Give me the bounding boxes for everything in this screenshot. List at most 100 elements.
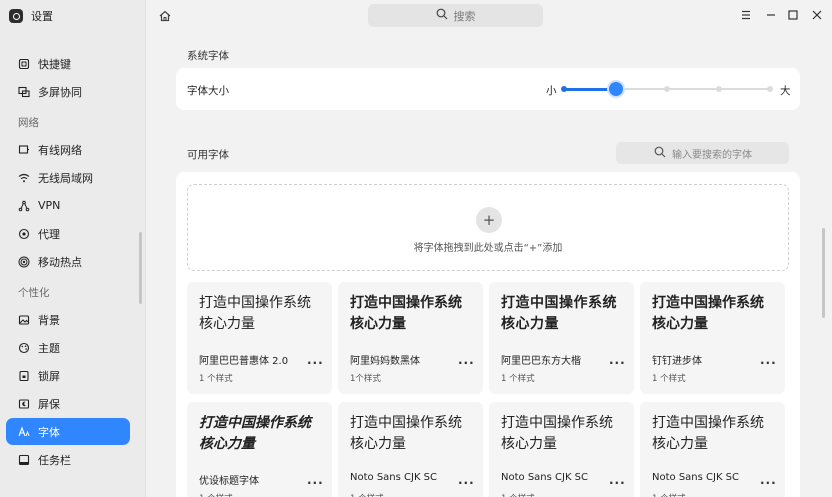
- main-content: 系统字体 字体大小 小 大 可用字体 输入要搜索的字体 + 将字体拖拽到此处或点…: [146, 32, 832, 497]
- menu-icon[interactable]: [739, 8, 753, 22]
- font-style-count: 1 个样式: [501, 374, 535, 384]
- keyboard-icon: [18, 58, 30, 70]
- title-bar: 搜索: [146, 0, 832, 32]
- font-drop-zone[interactable]: + 将字体拖拽到此处或点击“+”添加: [187, 184, 789, 271]
- available-fonts-section-label: 可用字体: [187, 149, 229, 161]
- home-icon[interactable]: [158, 9, 172, 23]
- settings-app-icon: [9, 9, 23, 23]
- sidebar-item-font[interactable]: 字体: [6, 418, 130, 445]
- slider-thumb[interactable]: [608, 82, 623, 96]
- more-options-icon[interactable]: ···: [760, 476, 777, 490]
- search-icon: [654, 146, 666, 161]
- sidebar-item-theme[interactable]: 主题: [6, 334, 130, 361]
- sidebar-item-wallpaper[interactable]: 背景: [6, 306, 130, 333]
- font-style-count: 1 个样式: [652, 374, 686, 384]
- minimize-icon[interactable]: [764, 8, 778, 22]
- sidebar-item-label: 无线局域网: [38, 171, 93, 185]
- sidebar-item-screensaver[interactable]: 屏保: [6, 390, 130, 417]
- sidebar-item-label: 有线网络: [38, 143, 82, 157]
- taskbar-icon: [18, 454, 30, 466]
- lockscreen-icon: [18, 370, 30, 382]
- wired-network-icon: [18, 144, 30, 156]
- sidebar-item-label: 背景: [38, 313, 60, 327]
- font-tile[interactable]: 打造中国操作系统核心力量阿里巴巴东方大楷 1 个样式 ···: [489, 282, 634, 394]
- slider-small-label: 小: [546, 85, 557, 97]
- more-options-icon[interactable]: ···: [609, 356, 626, 370]
- font-search-placeholder: 输入要搜索的字体: [672, 149, 752, 161]
- wifi-icon: [18, 172, 30, 184]
- sidebar-item-wifi[interactable]: 无线局域网: [6, 164, 130, 191]
- slider-tick[interactable]: [664, 86, 670, 92]
- maximize-icon[interactable]: [786, 8, 800, 22]
- font-name: Noto Sans CJK SC: [350, 472, 438, 483]
- font-preview: 打造中国操作系统核心力量: [199, 295, 311, 332]
- font-tile[interactable]: 打造中国操作系统核心力量钉钉进步体 1 个样式 ···: [640, 282, 785, 394]
- sidebar-scrollbar[interactable]: [139, 232, 142, 304]
- screensaver-icon: [18, 398, 30, 410]
- sidebar-item-label: VPN: [38, 199, 61, 212]
- sidebar-section-label: 网络: [18, 117, 39, 129]
- sidebar-item-keyboard[interactable]: 快捷键: [6, 50, 130, 77]
- slider-tick[interactable]: [767, 86, 773, 92]
- theme-icon: [18, 342, 30, 354]
- sidebar-item-proxy[interactable]: 代理: [6, 220, 130, 247]
- font-name: 阿里巴巴普惠体 2.0: [199, 356, 289, 367]
- sidebar-item-label: 屏保: [38, 397, 60, 411]
- font-tile[interactable]: 打造中国操作系统核心力量 阿里妈妈数黑体 1个样式 ···: [338, 282, 483, 394]
- sidebar-item-label: 快捷键: [38, 57, 71, 71]
- font-preview: 打造中国操作系统核心力量: [501, 295, 617, 332]
- more-options-icon[interactable]: ···: [458, 356, 475, 370]
- more-options-icon[interactable]: ···: [307, 476, 324, 490]
- more-options-icon[interactable]: ···: [458, 476, 475, 490]
- more-options-icon[interactable]: ···: [307, 356, 324, 370]
- sidebar-item-lockscreen[interactable]: 锁屏: [6, 362, 130, 389]
- sidebar-item-label: 锁屏: [38, 369, 60, 383]
- more-options-icon[interactable]: ···: [760, 356, 777, 370]
- sidebar-item-label: 主题: [38, 341, 60, 355]
- slider-large-label: 大: [780, 85, 791, 97]
- font-size-slider[interactable]: [561, 82, 773, 96]
- font-tile[interactable]: 打造中国操作系统核心力量 Noto Sans CJK SC 1 个样式 ···: [489, 402, 634, 497]
- fonts-card: + 将字体拖拽到此处或点击“+”添加 打造中国操作系统核心力量阿里巴巴普惠体 2…: [176, 172, 800, 497]
- slider-tick[interactable]: [715, 86, 722, 92]
- sidebar-item-label: 任务栏: [38, 453, 71, 467]
- font-name: Noto Sans CJK SC: [501, 472, 589, 483]
- sidebar-item-hotspot[interactable]: 移动热点: [6, 248, 130, 275]
- search-icon: [436, 8, 448, 23]
- sidebar-item-wired-network[interactable]: 有线网络: [6, 136, 130, 163]
- hotspot-icon: [18, 256, 30, 268]
- font-preview: 打造中国操作系统核心力量: [652, 295, 764, 332]
- sidebar-section-label: 个性化: [18, 287, 50, 299]
- font-style-count: 1个样式: [350, 374, 381, 384]
- font-preview: 打造中国操作系统核心力量: [350, 295, 462, 332]
- font-name: 钉钉进步体: [652, 356, 702, 367]
- font-name: 优设标题字体: [199, 476, 259, 487]
- search-box[interactable]: 搜索: [368, 4, 543, 27]
- add-font-button[interactable]: +: [476, 207, 502, 233]
- plus-icon: +: [482, 211, 496, 229]
- sidebar-item-label: 代理: [38, 227, 60, 241]
- proxy-icon: [18, 228, 30, 240]
- main-scrollbar[interactable]: [822, 228, 825, 318]
- font-tile[interactable]: 打造中国操作系统核心力量优设标题字体 1 个样式 ···: [187, 402, 332, 497]
- font-tile[interactable]: 打造中国操作系统核心力量 Noto Sans CJK SC 1 个样式 ···: [338, 402, 483, 497]
- drop-hint: 将字体拖拽到此处或点击“+”添加: [413, 243, 563, 254]
- font-tile[interactable]: 打造中国操作系统核心力量 阿里巴巴普惠体 2.0 1 个样式 ···: [187, 282, 332, 394]
- sidebar-item-label: 多屏协同: [38, 85, 82, 99]
- sidebar-item-taskbar[interactable]: 任务栏: [6, 446, 130, 473]
- font-search-input[interactable]: 输入要搜索的字体: [616, 142, 789, 164]
- font-style-count: 1 个样式: [350, 492, 384, 497]
- close-icon[interactable]: [810, 8, 824, 22]
- font-preview: 打造中国操作系统核心力量: [350, 415, 462, 452]
- font-style-count: 1 个样式: [501, 492, 535, 497]
- more-options-icon[interactable]: ···: [609, 476, 626, 490]
- sidebar-item-vpn[interactable]: VPN: [6, 192, 130, 219]
- font-tile[interactable]: 打造中国操作系统核心力量 Noto Sans CJK SC 1 个样式 ···: [640, 402, 785, 497]
- sidebar-item-label: 移动热点: [38, 255, 82, 269]
- system-font-section-label: 系统字体: [187, 50, 229, 62]
- font-name: 阿里巴巴东方大楷: [501, 356, 581, 367]
- sidebar-item-multiscreen[interactable]: 多屏协同: [6, 78, 130, 105]
- font-preview: 打造中国操作系统核心力量: [501, 415, 613, 452]
- wallpaper-icon: [18, 314, 30, 326]
- slider-tick[interactable]: [561, 86, 567, 92]
